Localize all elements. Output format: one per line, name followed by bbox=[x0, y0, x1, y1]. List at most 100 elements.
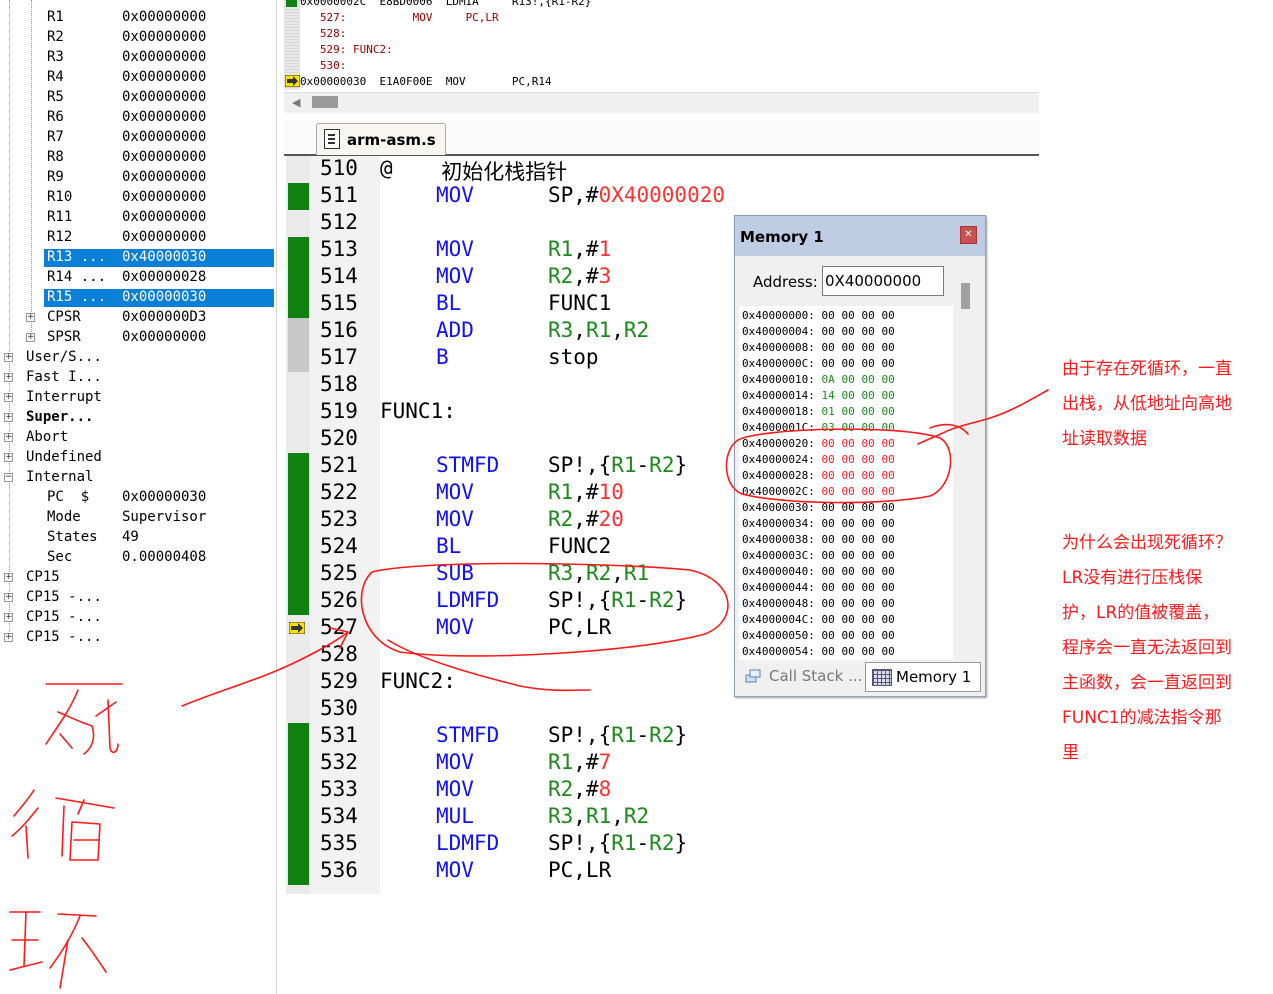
register-row[interactable]: + SPSR 0x00000000 bbox=[0, 328, 276, 348]
internal-row[interactable]: States 49 bbox=[0, 528, 276, 548]
memory-titlebar[interactable]: Memory 1 ✕ bbox=[735, 216, 985, 256]
register-row[interactable]: R11 0x00000000 bbox=[0, 208, 276, 228]
expand-icon[interactable]: + bbox=[4, 633, 13, 642]
address-input[interactable] bbox=[822, 266, 944, 296]
code-line[interactable]: 511 MOV SP,#0X40000020 bbox=[284, 183, 1039, 210]
memory-row[interactable]: 0x40000028: 00 00 00 00 bbox=[742, 469, 901, 485]
register-row[interactable]: R15 ... 0x00000030 bbox=[0, 288, 276, 308]
memory-row[interactable]: 0x4000002C: 00 00 00 00 bbox=[742, 485, 901, 501]
memory-row[interactable]: 0x40000004: 00 00 00 00 bbox=[742, 325, 901, 341]
memory-row[interactable]: 0x40000054: 00 00 00 00 bbox=[742, 645, 901, 660]
code-line[interactable]: 532 MOV R1,#7 bbox=[284, 750, 1039, 777]
expand-icon[interactable]: + bbox=[4, 593, 13, 602]
cp15-row[interactable]: + CP15 -... bbox=[0, 628, 276, 648]
mode-group-row[interactable]: − Internal bbox=[0, 468, 276, 488]
disassembly-line[interactable]: 529: FUNC2: bbox=[300, 43, 393, 56]
memory-vscrollbar[interactable] bbox=[957, 282, 973, 660]
register-row[interactable]: + CPSR 0x000000D3 bbox=[0, 308, 276, 328]
expand-icon[interactable]: + bbox=[26, 333, 35, 342]
expand-icon[interactable]: + bbox=[4, 413, 13, 422]
expand-icon[interactable]: − bbox=[4, 473, 13, 482]
disassembly-line[interactable]: 530: bbox=[300, 59, 347, 72]
internal-row[interactable]: Mode Supervisor bbox=[0, 508, 276, 528]
mode-group-row[interactable]: + Interrupt bbox=[0, 388, 276, 408]
memory-row[interactable]: 0x4000004C: 00 00 00 00 bbox=[742, 613, 901, 629]
memory-row[interactable]: 0x40000038: 00 00 00 00 bbox=[742, 533, 901, 549]
disassembly-line[interactable]: 527: MOV PC,LR bbox=[300, 11, 499, 24]
register-row[interactable]: R4 0x00000000 bbox=[0, 68, 276, 88]
expand-icon[interactable]: + bbox=[26, 313, 35, 322]
register-row[interactable]: R14 ... 0x00000028 bbox=[0, 268, 276, 288]
code-line[interactable]: 536 MOV PC,LR bbox=[284, 858, 1039, 885]
memory-row[interactable]: 0x40000008: 00 00 00 00 bbox=[742, 341, 901, 357]
expand-icon[interactable]: + bbox=[4, 353, 13, 362]
scroll-thumb[interactable] bbox=[961, 283, 970, 309]
register-row[interactable]: R12 0x00000000 bbox=[0, 228, 276, 248]
disassembly-line[interactable]: 0x0000002C E8BD0006 LDMIA R13!,{R1-R2} bbox=[300, 0, 591, 8]
memory-row[interactable]: 0x40000018: 01 00 00 00 bbox=[742, 405, 901, 421]
register-row[interactable]: R8 0x00000000 bbox=[0, 148, 276, 168]
disassembly-line[interactable]: 0x00000030 E1A0F00E MOV PC,R14 bbox=[300, 75, 552, 88]
expand-icon[interactable]: + bbox=[4, 373, 13, 382]
operand-token: R1 bbox=[548, 750, 574, 774]
disassembly-hscrollbar[interactable]: ◀ bbox=[284, 92, 1039, 113]
register-row[interactable]: R2 0x00000000 bbox=[0, 28, 276, 48]
internal-row[interactable]: PC $ 0x00000030 bbox=[0, 488, 276, 508]
register-row[interactable]: R7 0x00000000 bbox=[0, 128, 276, 148]
memory-row[interactable]: 0x40000014: 14 00 00 00 bbox=[742, 389, 901, 405]
expand-icon[interactable]: + bbox=[4, 573, 13, 582]
memory-row[interactable]: 0x40000030: 00 00 00 00 bbox=[742, 501, 901, 517]
cp15-row[interactable]: + CP15 -... bbox=[0, 608, 276, 628]
mode-group-row[interactable]: + Fast I... bbox=[0, 368, 276, 388]
internal-name: States bbox=[47, 529, 98, 545]
tab-arm-asm[interactable]: arm-asm.s bbox=[316, 123, 446, 155]
memory-row[interactable]: 0x40000034: 00 00 00 00 bbox=[742, 517, 901, 533]
scroll-left-icon[interactable]: ◀ bbox=[292, 96, 300, 109]
code-line[interactable]: 533 MOV R2,#8 bbox=[284, 777, 1039, 804]
memory-row[interactable]: 0x4000000C: 00 00 00 00 bbox=[742, 357, 901, 373]
code-line[interactable]: 530 bbox=[284, 696, 1039, 723]
internal-row[interactable]: Sec 0.00000408 bbox=[0, 548, 276, 568]
memory-row[interactable]: 0x40000050: 00 00 00 00 bbox=[742, 629, 901, 645]
mode-group-row[interactable]: + Undefined bbox=[0, 448, 276, 468]
memory-row[interactable]: 0x40000044: 00 00 00 00 bbox=[742, 581, 901, 597]
register-row[interactable]: R13 ... 0x40000030 bbox=[0, 248, 276, 268]
register-row[interactable]: R9 0x00000000 bbox=[0, 168, 276, 188]
expand-icon[interactable]: + bbox=[4, 453, 13, 462]
expand-icon[interactable]: + bbox=[4, 433, 13, 442]
cp15-row[interactable]: + CP15 -... bbox=[0, 588, 276, 608]
register-row[interactable]: R6 0x00000000 bbox=[0, 108, 276, 128]
register-row[interactable]: R5 0x00000000 bbox=[0, 88, 276, 108]
code-line[interactable]: 531 STMFD SP!,{R1-R2} bbox=[284, 723, 1039, 750]
memory-row[interactable]: 0x4000003C: 00 00 00 00 bbox=[742, 549, 901, 565]
memory-row[interactable]: 0x40000040: 00 00 00 00 bbox=[742, 565, 901, 581]
breakpoint-marker[interactable] bbox=[286, 0, 297, 7]
mode-group-row[interactable]: + Abort bbox=[0, 428, 276, 448]
memory-row[interactable]: 0x40000048: 00 00 00 00 bbox=[742, 597, 901, 613]
mode-group-row[interactable]: + Super... bbox=[0, 408, 276, 428]
memory-row[interactable]: 0x40000000: 00 00 00 00 bbox=[742, 309, 901, 325]
register-row[interactable]: R1 0x00000000 bbox=[0, 8, 276, 28]
mode-group-row[interactable]: + User/S... bbox=[0, 348, 276, 368]
memory-row[interactable]: 0x40000020: 00 00 00 00 bbox=[742, 437, 901, 453]
tab-call-stack[interactable]: Call Stack ... bbox=[739, 662, 862, 690]
disassembly-line[interactable]: 528: bbox=[300, 27, 347, 40]
scroll-thumb[interactable] bbox=[312, 96, 338, 108]
expand-icon[interactable]: + bbox=[4, 393, 13, 402]
code-line[interactable]: 534 MUL R3,R1,R2 bbox=[284, 804, 1039, 831]
tab-memory-1[interactable]: Memory 1 bbox=[865, 662, 981, 692]
memory-row[interactable]: 0x4000001C: 03 00 00 00 bbox=[742, 421, 901, 437]
close-icon[interactable]: ✕ bbox=[960, 226, 977, 244]
code-line[interactable]: 535 LDMFD SP!,{R1-R2} bbox=[284, 831, 1039, 858]
expand-icon[interactable]: + bbox=[4, 613, 13, 622]
operand-token: ,# bbox=[573, 264, 599, 288]
code-label: @ bbox=[380, 156, 393, 180]
code-line[interactable]: 510 @ 初始化栈指针 bbox=[284, 156, 1039, 184]
register-row[interactable]: R10 0x00000000 bbox=[0, 188, 276, 208]
register-row[interactable]: R3 0x00000000 bbox=[0, 48, 276, 68]
memory-list[interactable]: 0x40000000: 00 00 00 00 0x40000004: 00 00 00 00… bbox=[739, 306, 953, 660]
memory-window[interactable]: Memory 1 ✕ Address: 0x40000000: 00 00 00 00… bbox=[734, 215, 986, 697]
cp15-row[interactable]: + CP15 bbox=[0, 568, 276, 588]
memory-row[interactable]: 0x40000024: 00 00 00 00 bbox=[742, 453, 901, 469]
memory-row[interactable]: 0x40000010: 0A 00 00 00 bbox=[742, 373, 901, 389]
